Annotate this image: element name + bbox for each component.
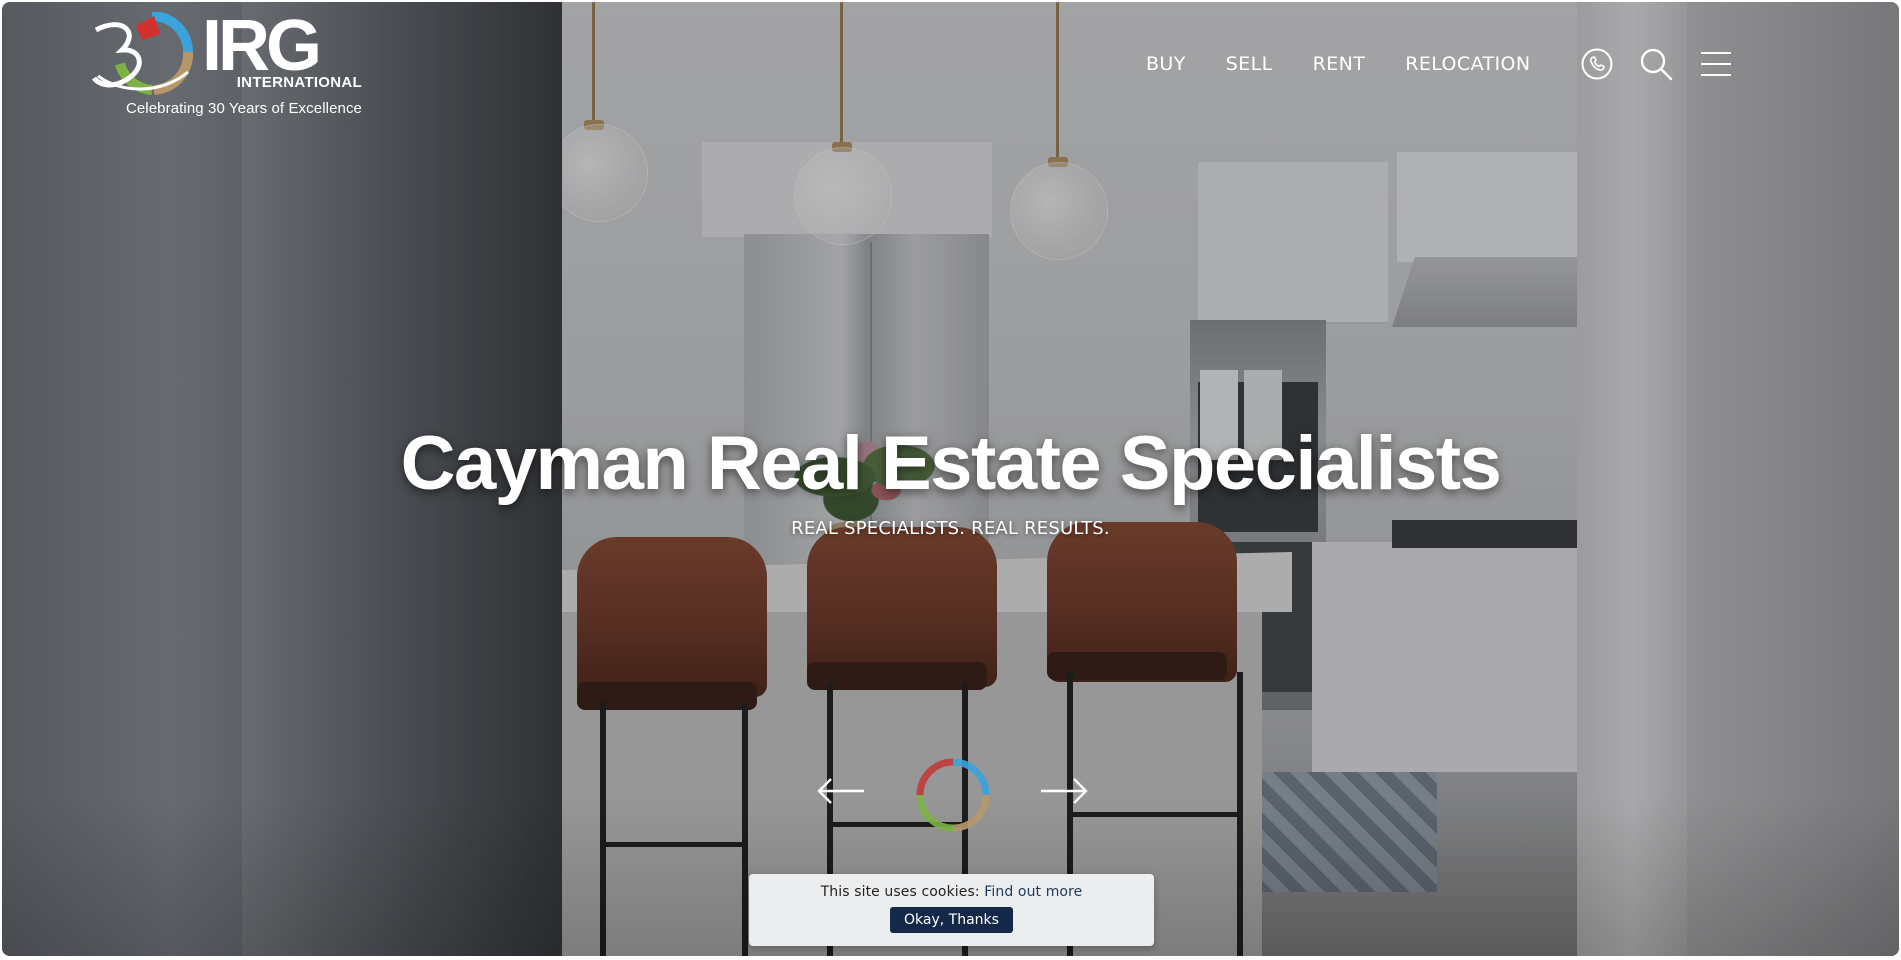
logo-30-ring-icon (92, 12, 194, 95)
loading-ring-icon (916, 758, 990, 832)
cookie-banner: This site uses cookies: Find out more Ok… (749, 874, 1154, 946)
site-header: IRG INTERNATIONAL Celebrating 30 Years o… (2, 2, 1899, 132)
cookie-text: This site uses cookies: (820, 884, 980, 900)
main-nav: BUY SELL RENT RELOCATION (1146, 52, 1530, 76)
arrow-left-icon[interactable] (816, 776, 866, 806)
irg-logo[interactable]: IRG INTERNATIONAL Celebrating 30 Years o… (92, 6, 362, 120)
hero-title: Cayman Real Estate Specialists (400, 421, 1502, 506)
menu-icon[interactable] (1699, 47, 1733, 81)
page-frame: IRG INTERNATIONAL Celebrating 30 Years o… (2, 2, 1899, 956)
logo-tagline: Celebrating 30 Years of Excellence (125, 100, 362, 117)
cookie-message: This site uses cookies: Find out more (749, 884, 1154, 900)
nav-sell[interactable]: SELL (1226, 52, 1273, 76)
arrow-right-icon[interactable] (1039, 776, 1089, 806)
hero-subtitle: REAL SPECIALISTS. REAL RESULTS. (791, 518, 1110, 539)
nav-rent[interactable]: RENT (1313, 52, 1366, 76)
phone-icon[interactable] (1580, 47, 1614, 81)
nav-relocation[interactable]: RELOCATION (1405, 52, 1530, 76)
cookie-accept-button[interactable]: Okay, Thanks (890, 907, 1013, 933)
search-icon[interactable] (1639, 47, 1673, 81)
logo-subtitle: INTERNATIONAL (236, 74, 362, 91)
cookie-find-out-more-link[interactable]: Find out more (984, 884, 1082, 900)
nav-buy[interactable]: BUY (1146, 52, 1186, 76)
